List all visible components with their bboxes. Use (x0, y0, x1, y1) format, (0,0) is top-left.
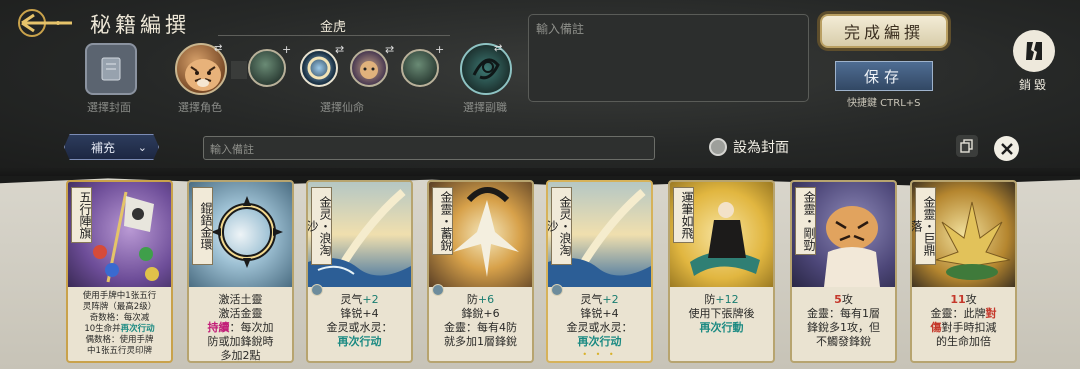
note-input[interactable]: 輸入備註 (203, 136, 655, 160)
swap-icon-2[interactable]: ⇄ (335, 43, 344, 56)
card-name: 五行陣旗 (71, 187, 92, 243)
back-button[interactable] (12, 6, 78, 40)
finish-button[interactable]: 完成編撰 (820, 14, 948, 48)
copy-button[interactable] (956, 135, 978, 157)
back-arrow-icon (18, 9, 72, 37)
note-textarea[interactable]: 輸入備註 (528, 14, 809, 102)
note-placeholder: 輸入備註 (536, 22, 585, 36)
broken-book-icon (1013, 30, 1055, 72)
swap-icon-3[interactable]: ⇄ (385, 43, 394, 56)
copy-icon (960, 139, 973, 153)
close-button[interactable] (994, 136, 1019, 161)
tiger-cub-icon (360, 61, 378, 79)
card-4[interactable]: 金靈・蓄銳 防+6 鋒銳+6 金靈：每有4防 就多加1層鋒銳 (427, 180, 534, 363)
destroy-button[interactable]: 銷毀 (1006, 30, 1062, 98)
card-1[interactable]: 五行陣旗 使用手牌中1张五行 灵阵牌（最高2级） 奇数格：每次减 10生命并再次… (66, 180, 173, 363)
destroy-label: 銷毀 (1018, 78, 1049, 92)
swap-icon-4[interactable]: ⇄ (494, 43, 502, 54)
card-description: 使用手牌中1张五行 灵阵牌（最高2级） 奇数格：每次减 10生命并再次行动 偶数… (82, 291, 157, 356)
shortcut-hint: 快捷鍵 CTRL+S (847, 98, 921, 109)
card-6[interactable]: 運筆如飛 防+12 使用下張牌後 再次行動 (668, 180, 775, 363)
filter-label: 補充 (91, 140, 116, 155)
card-name: 金灵・浪淘沙 (308, 187, 332, 265)
close-icon (1000, 142, 1013, 155)
radio-icon (709, 138, 727, 156)
brush-sigil-icon (472, 58, 500, 80)
filter-dropdown[interactable]: 補充 ⌄ (64, 134, 159, 160)
card-name: 金靈・蓄銳 (432, 187, 453, 255)
immortal-label: 選擇仙命 (320, 101, 364, 114)
swap-icon[interactable]: ⇄ (214, 43, 222, 54)
card-3[interactable]: 金灵・浪淘沙 灵气+2 锋锐+4 金灵或水灵： 再次行动 (306, 180, 413, 363)
add-icon-2[interactable]: + (435, 43, 444, 56)
card-name: 運筆如飛 (673, 187, 694, 243)
card-name: 錕鋙金環 (192, 187, 213, 265)
card-description: 灵气+2 锋锐+4 金灵或水灵： 再次行动 (326, 293, 393, 348)
cover-book-icon (101, 57, 121, 81)
card-description: 防+12 使用下張牌後 再次行動 (688, 293, 755, 334)
immortal-slot-1[interactable] (248, 49, 286, 87)
chevron-down-icon: ⌄ (137, 140, 147, 154)
section-divider (218, 35, 450, 36)
card-description: 防+6 鋒銳+6 金靈：每有4防 就多加1層鋒銳 (444, 293, 517, 348)
card-name: 金靈・巨鼎落 (912, 187, 936, 265)
save-button[interactable]: 保存 (835, 61, 933, 91)
set-cover-toggle[interactable]: 設為封面 (709, 137, 789, 157)
immortal-slot-4[interactable] (401, 49, 439, 87)
cover-select-button[interactable] (85, 43, 137, 95)
card-level-dots: • • • (582, 350, 617, 359)
card-7[interactable]: 金靈・剛勁 5攻 金靈：每有1層 鋒銳多1攻，但 不觸發鋒銳 (790, 180, 897, 363)
empty-marker (231, 61, 247, 79)
section-name: 金虎 (320, 20, 347, 35)
card-name: 金靈・剛勁 (795, 187, 816, 255)
card-2[interactable]: 錕鋙金環 激活土靈 激活金靈 持續：每次加 防或加鋒銳時 多加2點 (187, 180, 294, 363)
set-cover-label: 設為封面 (733, 140, 789, 156)
card-description: 激活土靈 激活金靈 持續：每次加 防或加鋒銳時 多加2點 (207, 293, 274, 362)
sub-job-select-button[interactable] (460, 43, 512, 95)
card-name: 金灵・浪淘沙 (548, 187, 572, 265)
note-input-placeholder: 輸入備註 (210, 143, 254, 156)
card-description: 11攻 金靈：此牌對 傷對手時扣減 的生命加倍 (930, 293, 997, 348)
character-label: 選擇角色 (178, 101, 222, 114)
card-8[interactable]: 金靈・巨鼎落 11攻 金靈：此牌對 傷對手時扣減 的生命加倍 (910, 180, 1017, 363)
page-title: 秘籍編撰 (90, 13, 190, 37)
card-description: 5攻 金靈：每有1層 鋒銳多1攻，但 不觸發鋒銳 (807, 293, 880, 348)
immortal-slot-2[interactable] (300, 49, 338, 87)
cover-label: 選擇封面 (87, 101, 131, 114)
card-5[interactable]: 金灵・浪淘沙 灵气+2 锋锐+4 金灵或水灵： 再次行动 • • • (546, 180, 653, 363)
sub-job-label: 選擇副職 (463, 101, 507, 114)
golden-ring-icon (307, 56, 331, 80)
add-icon[interactable]: + (282, 43, 291, 56)
immortal-slot-3[interactable] (350, 49, 388, 87)
